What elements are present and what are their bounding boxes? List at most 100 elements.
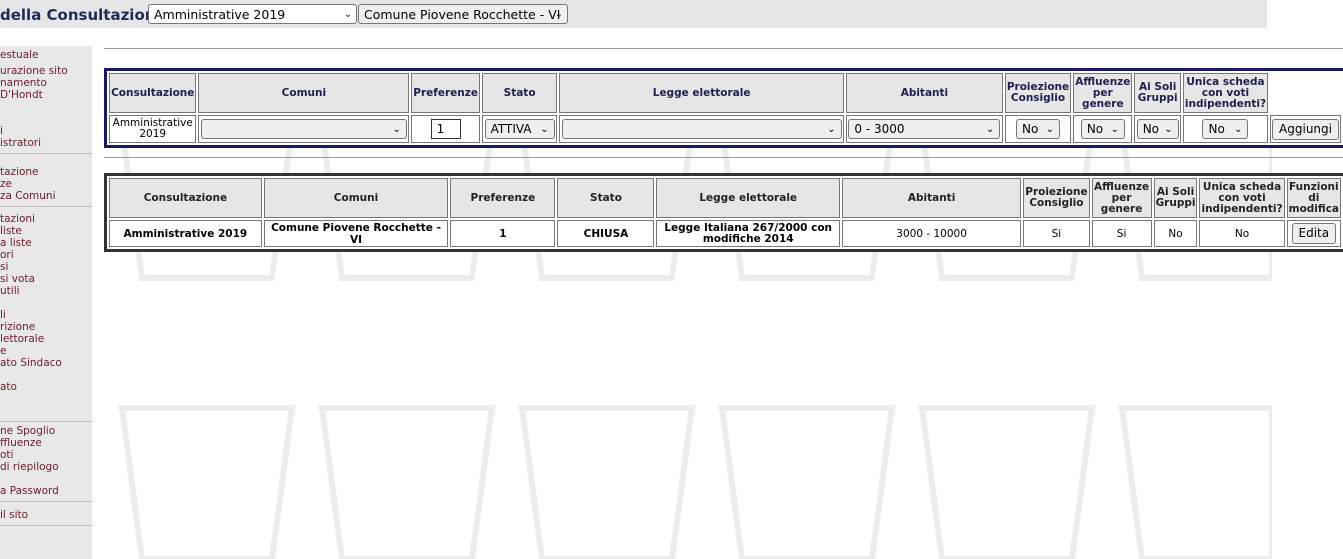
col-funzioni: Funzioni di modifica: [1286, 178, 1341, 218]
form-comuni-cell: ⌄: [198, 115, 410, 143]
sidebar-item[interactable]: urazione sito: [0, 65, 68, 77]
form-preferenze-cell: 1: [411, 115, 480, 143]
sidebar-item[interactable]: za Comuni: [0, 190, 56, 202]
form-unica-scheda-cell: No ⌄: [1182, 115, 1269, 143]
header-abitanti: Abitanti: [846, 73, 1003, 113]
comune-select-value: Comune Piovene Rocchette - VI: [364, 7, 561, 22]
sidebar-item[interactable]: li: [0, 309, 6, 321]
row-abitanti: 3000 - 10000: [841, 220, 1022, 247]
comuni-select[interactable]: ⌄: [200, 119, 407, 139]
row-proiezione: Si: [1023, 220, 1090, 247]
form-stato-cell: ATTIVA ⌄: [481, 115, 558, 143]
col-soli-gruppi: Ai Soli Gruppi: [1153, 178, 1198, 218]
sidebar-item[interactable]: si: [0, 261, 8, 273]
sidebar-item[interactable]: utili: [0, 285, 20, 297]
soli-gruppi-select-value: No: [1142, 122, 1160, 136]
table-row: Amministrative 2019 Comune Piovene Rocch…: [109, 220, 1341, 247]
sidebar-divider: [0, 153, 92, 154]
form-proiezione-cell: No ⌄: [1004, 115, 1072, 143]
sidebar-item[interactable]: ffluenze: [0, 437, 42, 449]
sidebar-item[interactable]: si vota: [0, 273, 35, 285]
chevron-down-icon: ⌄: [1164, 124, 1173, 135]
header-unica-scheda: Unica scheda con voti indipendenti?: [1182, 73, 1269, 113]
row-unica-scheda: No: [1199, 220, 1285, 247]
sidebar-item[interactable]: namento: [0, 77, 47, 89]
chevron-down-icon: ⌄: [986, 124, 995, 135]
proiezione-select[interactable]: No ⌄: [1016, 119, 1060, 139]
sidebar-item[interactable]: a liste: [0, 237, 32, 249]
consultazione-select[interactable]: Amministrative 2019 ⌄: [148, 4, 357, 24]
abitanti-select[interactable]: 0 - 3000 ⌄: [848, 119, 1001, 139]
sidebar-item[interactable]: D'Hondt: [0, 89, 43, 101]
legge-select[interactable]: ⌄: [561, 119, 842, 139]
sidebar-item[interactable]: oti: [0, 449, 13, 461]
edit-button[interactable]: Edita: [1291, 223, 1337, 244]
divider-line: [104, 48, 1343, 49]
col-preferenze: Preferenze: [450, 178, 556, 218]
form-soli-gruppi-cell: No ⌄: [1134, 115, 1181, 143]
divider-line: [104, 157, 1343, 158]
sidebar-item[interactable]: tazione: [0, 166, 39, 178]
row-comune: Comune Piovene Rocchette - VI: [263, 220, 449, 247]
sidebar-item[interactable]: ori: [0, 249, 14, 261]
proiezione-select-value: No: [1022, 122, 1039, 136]
header-empty: [1270, 73, 1341, 113]
chevron-down-icon: ⌄: [1110, 124, 1119, 135]
col-stato: Stato: [557, 178, 655, 218]
form-abitanti-cell: 0 - 3000 ⌄: [846, 115, 1003, 143]
table-header-row: Consultazione Comuni Preferenze Stato Le…: [109, 178, 1341, 218]
sidebar-item[interactable]: il sito: [0, 509, 28, 521]
sidebar-item[interactable]: istratori: [0, 137, 41, 149]
row-consultazione: Amministrative 2019: [109, 220, 262, 247]
chevron-down-icon: ⌄: [1045, 124, 1054, 135]
soli-gruppi-select[interactable]: No ⌄: [1136, 119, 1179, 139]
chevron-down-icon: ⌄: [343, 9, 352, 20]
stato-select[interactable]: ATTIVA ⌄: [484, 119, 555, 139]
sidebar-item[interactable]: ze: [0, 178, 12, 190]
col-consultazione: Consultazione: [109, 178, 262, 218]
sidebar-divider: [0, 421, 92, 422]
row-stato: CHIUSA: [557, 220, 655, 247]
sidebar-item[interactable]: ato Sindaco: [0, 357, 62, 369]
sidebar-item[interactable]: rizione: [0, 321, 35, 333]
col-proiezione: Proiezione Consiglio: [1023, 178, 1090, 218]
form-add-cell: Aggiungi: [1270, 115, 1341, 143]
sidebar-item[interactable]: lettorale: [0, 333, 44, 345]
sidebar-item[interactable]: di riepilogo: [0, 461, 59, 473]
row-preferenze: 1: [450, 220, 556, 247]
sidebar-item[interactable]: i: [0, 125, 3, 137]
row-legge: Legge Italiana 267/2000 con modifiche 20…: [656, 220, 840, 247]
col-affluenze: Affluenze per genere: [1091, 178, 1152, 218]
row-soli-gruppi: No: [1153, 220, 1198, 247]
affluenze-select[interactable]: No ⌄: [1080, 119, 1125, 139]
page-title: della Consultazione:: [0, 6, 172, 24]
chevron-down-icon: ⌄: [392, 124, 401, 135]
abitanti-select-value: 0 - 3000: [854, 122, 905, 136]
header-comuni: Comuni: [198, 73, 410, 113]
sidebar-item[interactable]: estuale: [0, 49, 39, 61]
sidebar-item[interactable]: liste: [0, 225, 22, 237]
header-soli-gruppi: Ai Soli Gruppi: [1134, 73, 1181, 113]
unica-scheda-select-value: No: [1208, 122, 1225, 136]
form-consultazione-value: Amministrative 2019: [109, 115, 197, 143]
sidebar-divider: [0, 525, 92, 526]
stato-select-value: ATTIVA: [490, 122, 532, 136]
add-button[interactable]: Aggiungi: [1272, 118, 1339, 140]
sidebar-item[interactable]: a Password: [0, 485, 59, 497]
sidebar-item[interactable]: e: [0, 345, 6, 357]
col-abitanti: Abitanti: [841, 178, 1022, 218]
consultazione-select-value: Amministrative 2019: [154, 7, 286, 22]
col-comuni: Comuni: [263, 178, 449, 218]
header-affluenze: Affluenze per genere: [1073, 73, 1133, 113]
chevron-down-icon: ⌄: [1234, 124, 1243, 135]
form-affluenze-cell: No ⌄: [1073, 115, 1133, 143]
sidebar: estuale urazione sito namento D'Hondt i …: [0, 46, 92, 559]
sidebar-item[interactable]: tazioni: [0, 213, 35, 225]
sidebar-item[interactable]: ne Spoglio: [0, 425, 55, 437]
add-consultazione-form: Consultazione Comuni Preferenze Stato Le…: [104, 68, 1343, 148]
sidebar-item[interactable]: ato: [0, 381, 17, 393]
unica-scheda-select[interactable]: No ⌄: [1202, 119, 1249, 139]
preferenze-input[interactable]: 1: [430, 119, 461, 139]
header-proiezione: Proiezione Consiglio: [1004, 73, 1072, 113]
comune-select[interactable]: Comune Piovene Rocchette - VI ⌄: [358, 4, 568, 24]
